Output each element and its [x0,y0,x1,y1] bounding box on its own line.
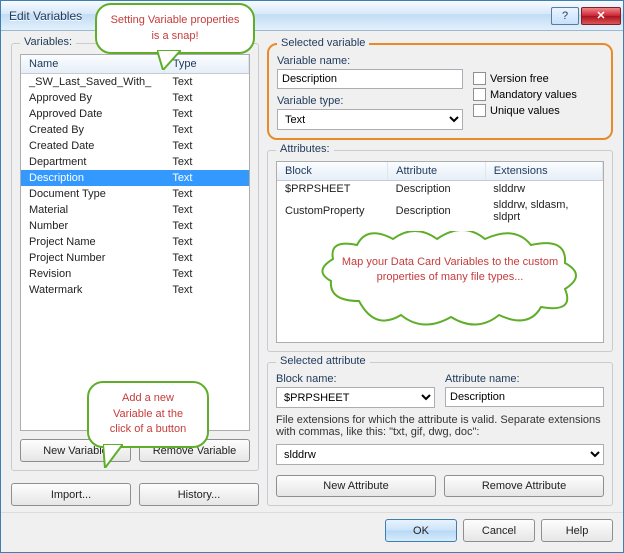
block-name-label: Block name: [276,373,435,385]
speech-tail-icon [103,444,123,468]
edit-variables-dialog: Edit Variables ? ✕ Variables: Name Type … [0,0,624,553]
new-attribute-button[interactable]: New Attribute [276,475,436,497]
col-header-block[interactable]: Block [277,162,388,181]
table-row[interactable]: RevisionText [21,266,249,282]
variables-legend: Variables: [20,36,76,48]
extensions-select[interactable]: slddrw [276,444,604,465]
help-button[interactable]: ? [551,7,579,25]
block-name-select[interactable]: $PRPSHEET [276,387,435,408]
attribute-name-label: Attribute name: [445,373,604,385]
help-footer-button[interactable]: Help [541,519,613,542]
window-title: Edit Variables [9,9,551,23]
remove-attribute-button[interactable]: Remove Attribute [444,475,604,497]
table-row[interactable]: DepartmentText [21,154,249,170]
callout-top: Setting Variable properties is a snap! [95,3,255,54]
unique-checkbox[interactable] [473,104,486,117]
extensions-hint: File extensions for which the attribute … [276,414,604,438]
import-button[interactable]: Import... [11,483,131,506]
selected-variable-legend: Selected variable [277,37,369,49]
table-row[interactable]: Document TypeText [21,186,249,202]
variable-name-label: Variable name: [277,55,463,67]
version-free-label: Version free [490,73,549,85]
table-row[interactable]: NumberText [21,218,249,234]
table-row[interactable]: Project NumberText [21,250,249,266]
variables-table-wrap[interactable]: Name Type _SW_Last_Saved_With_TextApprov… [20,54,250,431]
table-row[interactable]: CustomPropertyDescriptionslddrw, sldasm,… [277,197,603,225]
attributes-table: Block Attribute Extensions $PRPSHEETDesc… [277,162,603,225]
col-header-name[interactable]: Name [21,55,164,74]
attribute-name-input[interactable] [445,387,604,407]
variables-table: Name Type _SW_Last_Saved_With_TextApprov… [21,55,249,298]
table-row[interactable]: DescriptionText [21,170,249,186]
col-header-attribute[interactable]: Attribute [388,162,486,181]
table-row[interactable]: Approved DateText [21,106,249,122]
unique-label: Unique values [490,105,560,117]
speech-tail-icon [157,50,181,70]
table-row[interactable]: WatermarkText [21,282,249,298]
table-row[interactable]: _SW_Last_Saved_With_Text [21,74,249,91]
variable-type-select[interactable]: Text [277,109,463,130]
version-free-checkbox[interactable] [473,72,486,85]
selected-variable-group: Selected variable Variable name: Variabl… [267,43,613,140]
mandatory-label: Mandatory values [490,89,577,101]
attributes-legend: Attributes: [276,143,334,155]
selected-attribute-group: Selected attribute Block name: $PRPSHEET… [267,362,613,506]
mandatory-checkbox[interactable] [473,88,486,101]
table-row[interactable]: Created DateText [21,138,249,154]
table-row[interactable]: $PRPSHEETDescriptionslddrw [277,181,603,198]
variable-type-label: Variable type: [277,95,463,107]
callout-left: Add a new Variable at the click of a but… [87,381,209,448]
close-button[interactable]: ✕ [581,7,621,25]
callout-cloud: Map your Data Card Variables to the cust… [319,231,581,327]
ok-button[interactable]: OK [385,519,457,542]
table-row[interactable]: Project NameText [21,234,249,250]
col-header-extensions[interactable]: Extensions [485,162,602,181]
table-row[interactable]: Approved ByText [21,90,249,106]
cancel-button[interactable]: Cancel [463,519,535,542]
help-icon: ? [562,10,568,22]
selected-attribute-legend: Selected attribute [276,355,370,367]
dialog-footer: OK Cancel Help [1,512,623,552]
table-row[interactable]: MaterialText [21,202,249,218]
variable-name-input[interactable] [277,69,463,89]
table-row[interactable]: Created ByText [21,122,249,138]
history-button[interactable]: History... [139,483,259,506]
close-icon: ✕ [596,9,605,22]
